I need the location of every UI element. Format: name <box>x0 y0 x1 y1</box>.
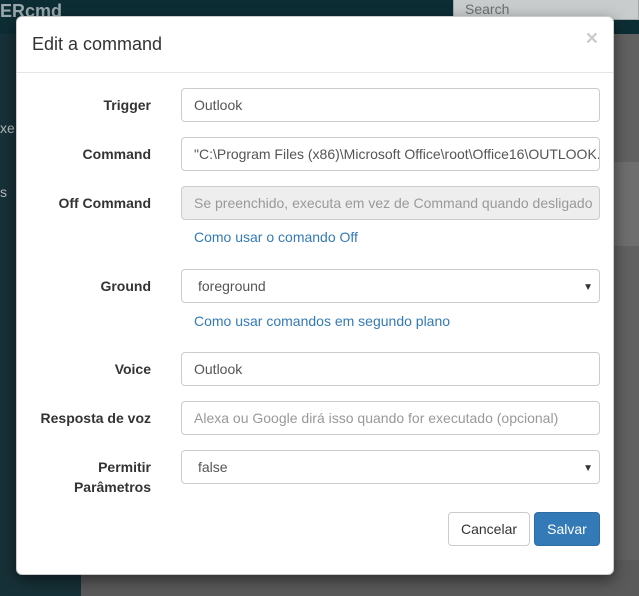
voice-input[interactable]: Outlook <box>181 352 600 386</box>
modal-title: Edit a command <box>32 34 163 54</box>
ground-label: Ground <box>100 278 151 294</box>
off-command-input[interactable]: Se preenchido, executa em vez de Command… <box>181 186 600 220</box>
ground-select[interactable]: foreground ▼ <box>181 269 600 303</box>
off-command-help-link[interactable]: Como usar o comando Off <box>194 227 358 247</box>
trigger-label: Trigger <box>103 97 151 113</box>
ground-help-link[interactable]: Como usar comandos em segundo plano <box>194 311 450 331</box>
edit-command-modal: Edit a command × Trigger Outlook Command… <box>16 16 614 575</box>
voice-response-input[interactable]: Alexa ou Google dirá isso quando for exe… <box>181 401 600 435</box>
allow-params-label-line2: Parâmetros <box>73 479 151 495</box>
save-button[interactable]: Salvar <box>534 512 600 546</box>
voice-label: Voice <box>114 361 151 377</box>
sidebar-item-fragment: s <box>0 184 7 200</box>
modal-header: Edit a command × <box>17 17 613 73</box>
allow-params-label-line1: Permitir <box>98 459 151 475</box>
background-panel <box>612 162 639 246</box>
sidebar-item-fragment: xe <box>0 120 15 136</box>
allow-params-label: Permitir Parâmetros <box>74 457 151 497</box>
chevron-down-icon: ▼ <box>583 282 593 293</box>
allow-params-select-value: false <box>198 459 228 475</box>
cancel-button[interactable]: Cancelar <box>448 512 530 546</box>
allow-params-select[interactable]: false ▼ <box>181 450 600 484</box>
command-label: Command <box>82 146 151 162</box>
close-icon[interactable]: × <box>586 28 598 49</box>
voice-response-label: Resposta de voz <box>40 410 151 426</box>
command-input[interactable]: "C:\Program Files (x86)\Microsoft Office… <box>181 137 600 171</box>
chevron-down-icon: ▼ <box>583 463 593 474</box>
off-command-label: Off Command <box>58 195 151 211</box>
ground-select-value: foreground <box>198 278 266 294</box>
trigger-input[interactable]: Outlook <box>181 88 600 122</box>
